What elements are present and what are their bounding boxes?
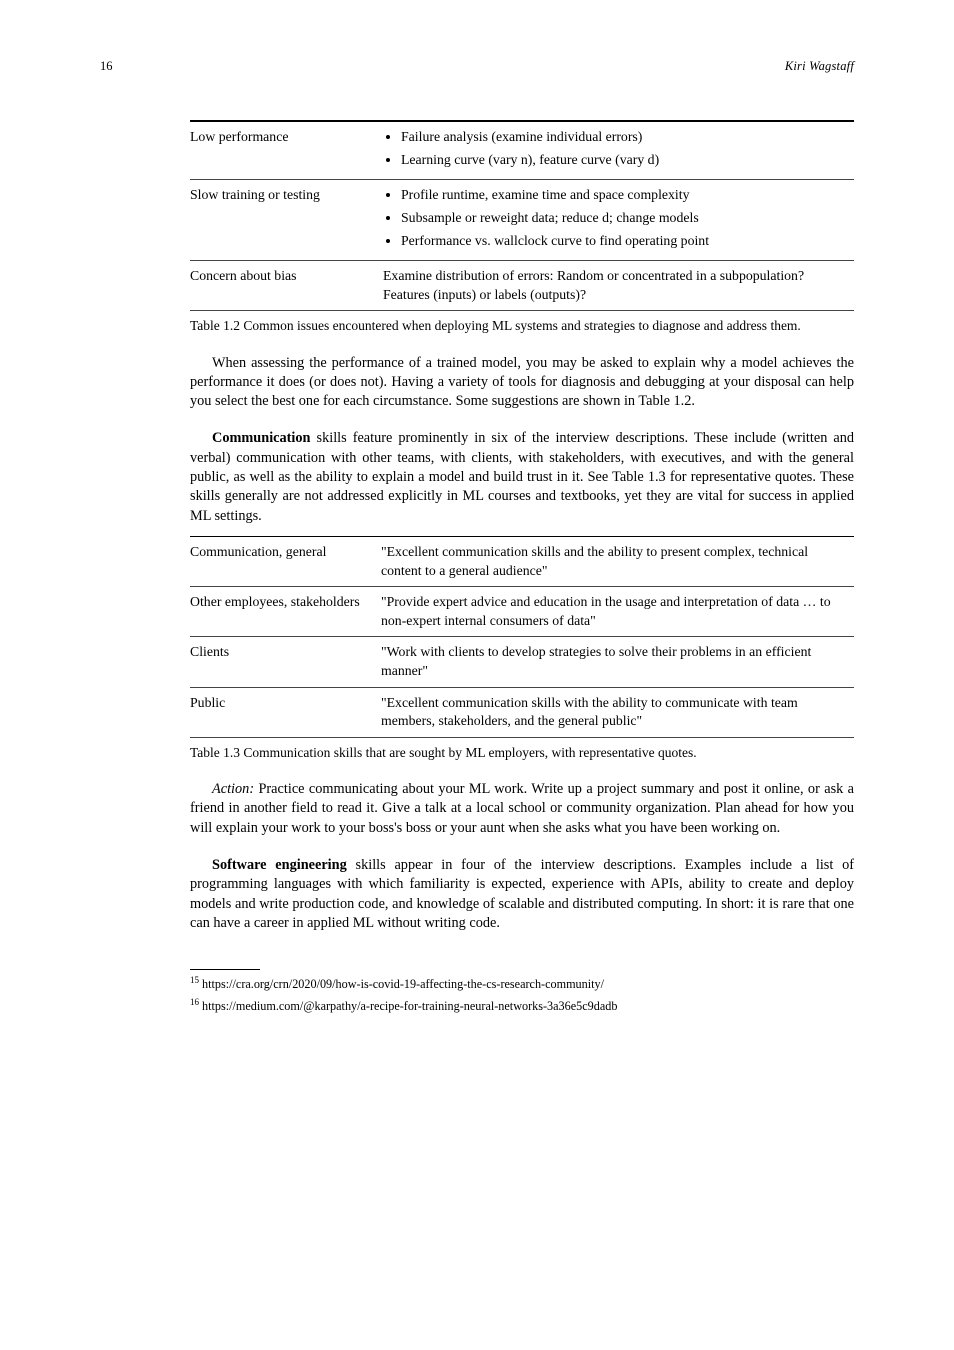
run-in-label: Communication [212,430,311,446]
paragraph: Action: Practice communicating about you… [190,780,854,838]
list-item: Performance vs. wallclock curve to find … [401,232,848,251]
page-number: 16 [100,58,113,75]
cell-label: Slow training or testing [190,180,383,261]
table-row: Concern about bias Examine distribution … [190,261,854,311]
table-row: Communication, general "Excellent commun… [190,536,854,586]
list-item: Subsample or reweight data; reduce d; ch… [401,209,848,228]
table-caption: Table 1.2 Common issues encountered when… [190,317,854,335]
list-item: Profile runtime, examine time and space … [401,186,848,205]
footnote-rule [190,969,260,970]
cell-label: Other employees, stakeholders [190,587,381,637]
cell-label: Communication, general [190,536,381,586]
table-row: Low performance Failure analysis (examin… [190,121,854,180]
cell-items: Examine distribution of errors: Random o… [383,261,854,311]
paragraph: Software engineering skills appear in fo… [190,856,854,933]
footnote: 15 https://cra.org/crn/2020/09/how-is-co… [190,974,854,993]
paragraph-text: Practice communicating about your ML wor… [190,781,854,836]
cell-label: Clients [190,637,381,687]
footnote-text: https://cra.org/crn/2020/09/how-is-covid… [199,977,604,991]
cell-text: "Work with clients to develop strategies… [381,637,854,687]
footnote-number: 16 [190,997,199,1007]
running-title: Kiri Wagstaff [785,58,854,75]
cell-label: Low performance [190,121,383,180]
run-in-label: Software engineering [212,857,347,873]
table-row: Public "Excellent communication skills w… [190,687,854,737]
paragraph: When assessing the performance of a trai… [190,354,854,412]
list-item: Failure analysis (examine individual err… [401,128,848,147]
table-row: Clients "Work with clients to develop st… [190,637,854,687]
cell-label: Concern about bias [190,261,383,311]
table-communication: Communication, general "Excellent commun… [190,536,854,738]
footnote: 16 https://medium.com/@karpathy/a-recipe… [190,996,854,1015]
cell-items: Profile runtime, examine time and space … [383,180,854,261]
table-diagnosis: Low performance Failure analysis (examin… [190,120,854,311]
table-row: Other employees, stakeholders "Provide e… [190,587,854,637]
cell-label: Public [190,687,381,737]
footnote-text: https://medium.com/@karpathy/a-recipe-fo… [199,999,617,1013]
table-caption: Table 1.3 Communication skills that are … [190,744,854,762]
footnote-number: 15 [190,975,199,985]
paragraph: Communication skills feature prominently… [190,429,854,525]
run-in-label: Action: [212,781,258,797]
table-row: Slow training or testing Profile runtime… [190,180,854,261]
cell-text: "Provide expert advice and education in … [381,587,854,637]
cell-text: Examine distribution of errors: Random o… [383,268,804,302]
cell-text: "Excellent communication skills with the… [381,687,854,737]
footnotes: 15 https://cra.org/crn/2020/09/how-is-co… [190,974,854,1014]
list-item: Learning curve (vary n), feature curve (… [401,151,848,170]
cell-text: "Excellent communication skills and the … [381,536,854,586]
cell-items: Failure analysis (examine individual err… [383,121,854,180]
